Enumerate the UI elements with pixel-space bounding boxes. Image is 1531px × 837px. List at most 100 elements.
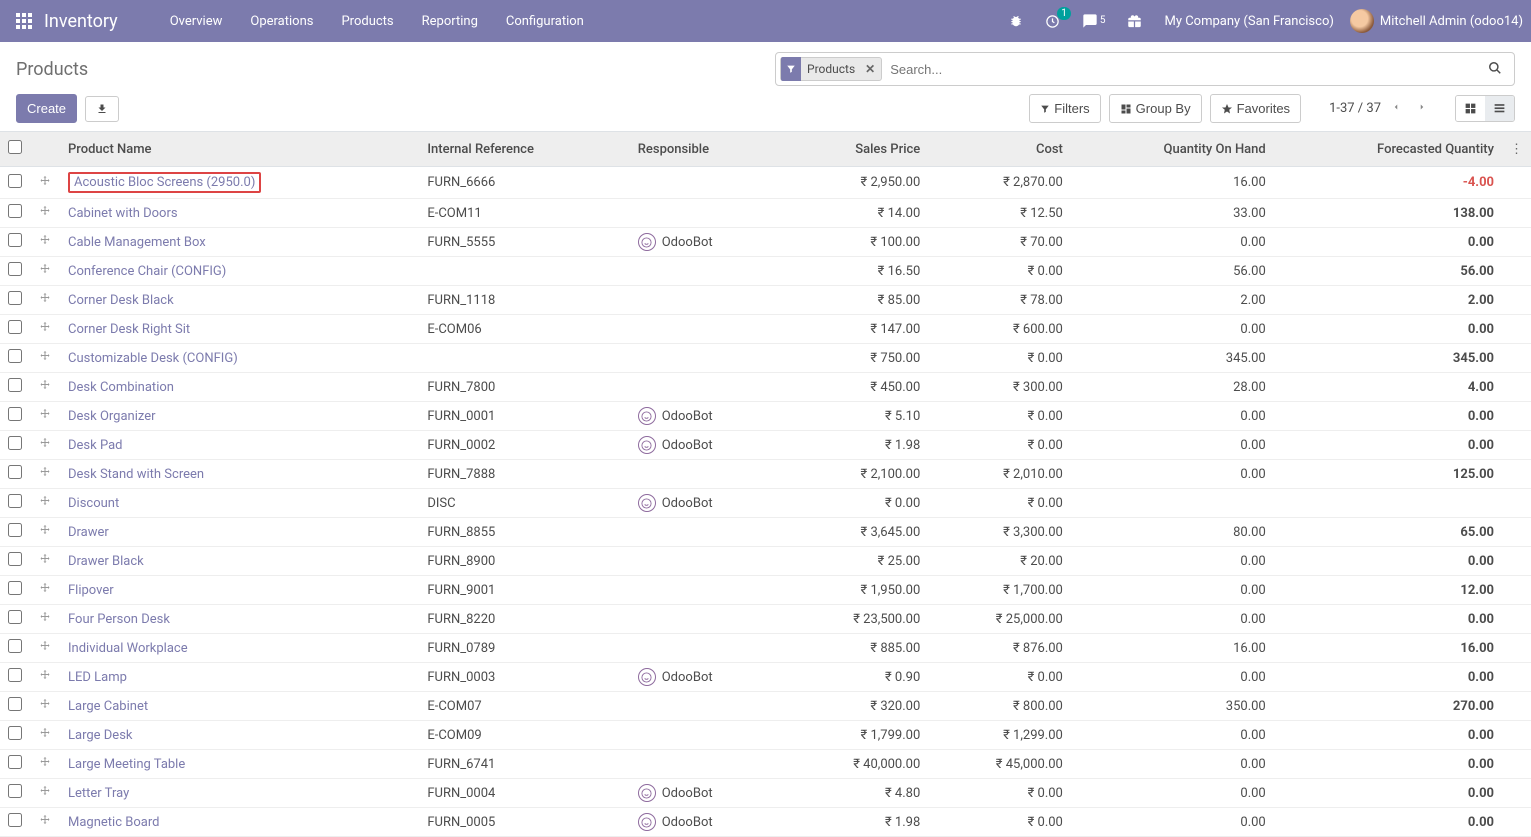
search-box[interactable]: Products ✕ bbox=[775, 52, 1515, 86]
row-checkbox[interactable] bbox=[8, 233, 22, 247]
table-row[interactable]: Desk Stand with Screen FURN_7888 ₹ 2,100… bbox=[0, 460, 1531, 489]
col-qty-onhand[interactable]: Quantity On Hand bbox=[1071, 132, 1274, 167]
drag-handle-icon[interactable] bbox=[30, 460, 60, 489]
drag-handle-icon[interactable] bbox=[30, 489, 60, 518]
row-checkbox[interactable] bbox=[8, 262, 22, 276]
row-checkbox[interactable] bbox=[8, 291, 22, 305]
drag-handle-icon[interactable] bbox=[30, 750, 60, 779]
row-checkbox[interactable] bbox=[8, 523, 22, 537]
kanban-view-icon[interactable] bbox=[1456, 96, 1485, 121]
product-name-link[interactable]: Discount bbox=[68, 496, 119, 511]
drag-handle-icon[interactable] bbox=[30, 779, 60, 808]
apps-icon[interactable] bbox=[8, 5, 40, 37]
product-name-link[interactable]: Cable Management Box bbox=[68, 235, 206, 250]
nav-item-reporting[interactable]: Reporting bbox=[410, 6, 490, 37]
table-row[interactable]: Drawer FURN_8855 ₹ 3,645.00 ₹ 3,300.00 8… bbox=[0, 518, 1531, 547]
row-checkbox[interactable] bbox=[8, 204, 22, 218]
product-name-link[interactable]: Magnetic Board bbox=[68, 815, 159, 830]
col-responsible[interactable]: Responsible bbox=[630, 132, 786, 167]
col-internal-ref[interactable]: Internal Reference bbox=[419, 132, 629, 167]
company-selector[interactable]: My Company (San Francisco) bbox=[1164, 14, 1333, 29]
product-name-link[interactable]: Large Cabinet bbox=[68, 699, 148, 714]
product-name-link[interactable]: Desk Combination bbox=[68, 380, 174, 395]
row-checkbox[interactable] bbox=[8, 668, 22, 682]
row-checkbox[interactable] bbox=[8, 174, 22, 188]
row-checkbox[interactable] bbox=[8, 726, 22, 740]
nav-item-overview[interactable]: Overview bbox=[158, 6, 235, 37]
nav-item-products[interactable]: Products bbox=[329, 6, 405, 37]
table-row[interactable]: Flipover FURN_9001 ₹ 1,950.00 ₹ 1,700.00… bbox=[0, 576, 1531, 605]
drag-handle-icon[interactable] bbox=[30, 431, 60, 460]
row-checkbox[interactable] bbox=[8, 378, 22, 392]
row-checkbox[interactable] bbox=[8, 610, 22, 624]
row-checkbox[interactable] bbox=[8, 755, 22, 769]
product-name-link[interactable]: Individual Workplace bbox=[68, 641, 188, 656]
table-row[interactable]: Discount DISC OdooBot ₹ 0.00 ₹ 0.00 bbox=[0, 489, 1531, 518]
app-brand[interactable]: Inventory bbox=[44, 11, 118, 32]
drag-handle-icon[interactable] bbox=[30, 199, 60, 228]
pager-next-icon[interactable] bbox=[1411, 97, 1433, 120]
table-row[interactable]: Acoustic Bloc Screens (2950.0) FURN_6666… bbox=[0, 167, 1531, 199]
table-row[interactable]: Letter Tray FURN_0004 OdooBot ₹ 4.80 ₹ 0… bbox=[0, 779, 1531, 808]
drag-handle-icon[interactable] bbox=[30, 315, 60, 344]
row-checkbox[interactable] bbox=[8, 465, 22, 479]
drag-handle-icon[interactable] bbox=[30, 634, 60, 663]
groupby-button[interactable]: Group By bbox=[1109, 94, 1202, 123]
col-forecast[interactable]: Forecasted Quantity bbox=[1274, 132, 1502, 167]
row-checkbox[interactable] bbox=[8, 494, 22, 508]
drag-handle-icon[interactable] bbox=[30, 167, 60, 199]
nav-item-operations[interactable]: Operations bbox=[238, 6, 325, 37]
product-name-link[interactable]: Corner Desk Black bbox=[68, 293, 174, 308]
row-checkbox[interactable] bbox=[8, 349, 22, 363]
drag-handle-icon[interactable] bbox=[30, 344, 60, 373]
product-name-link[interactable]: Customizable Desk (CONFIG) bbox=[68, 351, 238, 366]
drag-handle-icon[interactable] bbox=[30, 692, 60, 721]
row-checkbox[interactable] bbox=[8, 436, 22, 450]
table-row[interactable]: Large Desk E-COM09 ₹ 1,799.00 ₹ 1,299.00… bbox=[0, 721, 1531, 750]
drag-handle-icon[interactable] bbox=[30, 518, 60, 547]
row-checkbox[interactable] bbox=[8, 581, 22, 595]
table-row[interactable]: Cabinet with Doors E-COM11 ₹ 14.00 ₹ 12.… bbox=[0, 199, 1531, 228]
select-all-checkbox[interactable] bbox=[8, 140, 22, 154]
filters-button[interactable]: Filters bbox=[1029, 94, 1100, 123]
drag-handle-icon[interactable] bbox=[30, 228, 60, 257]
table-row[interactable]: Corner Desk Right Sit E-COM06 ₹ 147.00 ₹… bbox=[0, 315, 1531, 344]
chat-icon[interactable]: 5 bbox=[1076, 9, 1112, 33]
table-row[interactable]: Customizable Desk (CONFIG) ₹ 750.00 ₹ 0.… bbox=[0, 344, 1531, 373]
search-icon[interactable] bbox=[1480, 57, 1510, 82]
table-row[interactable]: Large Meeting Table FURN_6741 ₹ 40,000.0… bbox=[0, 750, 1531, 779]
table-row[interactable]: Drawer Black FURN_8900 ₹ 25.00 ₹ 20.00 0… bbox=[0, 547, 1531, 576]
product-name-link[interactable]: Drawer Black bbox=[68, 554, 144, 569]
drag-handle-icon[interactable] bbox=[30, 373, 60, 402]
table-row[interactable]: Desk Organizer FURN_0001 OdooBot ₹ 5.10 … bbox=[0, 402, 1531, 431]
drag-handle-icon[interactable] bbox=[30, 663, 60, 692]
table-row[interactable]: Desk Combination FURN_7800 ₹ 450.00 ₹ 30… bbox=[0, 373, 1531, 402]
product-name-link[interactable]: Letter Tray bbox=[68, 786, 129, 801]
table-row[interactable]: Conference Chair (CONFIG) ₹ 16.50 ₹ 0.00… bbox=[0, 257, 1531, 286]
row-checkbox[interactable] bbox=[8, 552, 22, 566]
table-row[interactable]: Cable Management Box FURN_5555 OdooBot ₹… bbox=[0, 228, 1531, 257]
table-row[interactable]: Corner Desk Black FURN_1118 ₹ 85.00 ₹ 78… bbox=[0, 286, 1531, 315]
product-name-link[interactable]: Four Person Desk bbox=[68, 612, 170, 627]
table-row[interactable]: Desk Pad FURN_0002 OdooBot ₹ 1.98 ₹ 0.00… bbox=[0, 431, 1531, 460]
favorites-button[interactable]: Favorites bbox=[1210, 94, 1301, 123]
product-name-link[interactable]: Acoustic Bloc Screens (2950.0) bbox=[68, 172, 261, 193]
table-row[interactable]: Large Cabinet E-COM07 ₹ 320.00 ₹ 800.00 … bbox=[0, 692, 1531, 721]
drag-handle-icon[interactable] bbox=[30, 808, 60, 837]
col-sales-price[interactable]: Sales Price bbox=[786, 132, 929, 167]
product-name-link[interactable]: Flipover bbox=[68, 583, 114, 598]
row-checkbox[interactable] bbox=[8, 784, 22, 798]
pager-prev-icon[interactable] bbox=[1385, 97, 1407, 120]
product-name-link[interactable]: Large Desk bbox=[68, 728, 133, 743]
search-input[interactable] bbox=[886, 58, 1480, 81]
bug-icon[interactable] bbox=[1003, 10, 1029, 32]
user-menu[interactable]: Mitchell Admin (odoo14) bbox=[1350, 9, 1523, 33]
drag-handle-icon[interactable] bbox=[30, 257, 60, 286]
nav-item-configuration[interactable]: Configuration bbox=[494, 6, 596, 37]
list-view-icon[interactable] bbox=[1485, 96, 1514, 121]
table-row[interactable]: Individual Workplace FURN_0789 ₹ 885.00 … bbox=[0, 634, 1531, 663]
gift-icon[interactable] bbox=[1121, 10, 1148, 33]
drag-handle-icon[interactable] bbox=[30, 576, 60, 605]
table-row[interactable]: LED Lamp FURN_0003 OdooBot ₹ 0.90 ₹ 0.00… bbox=[0, 663, 1531, 692]
product-name-link[interactable]: Conference Chair (CONFIG) bbox=[68, 264, 226, 279]
